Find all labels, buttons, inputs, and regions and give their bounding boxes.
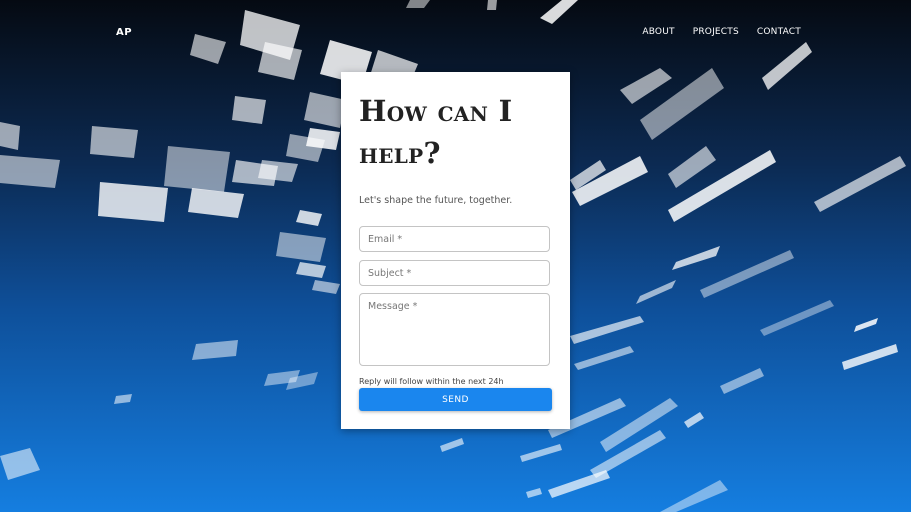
email-field[interactable]: Email * — [359, 226, 550, 252]
reply-note: Reply will follow within the next 24h — [359, 377, 504, 386]
form-title: How can I help? — [359, 94, 513, 170]
message-field[interactable]: Message * — [359, 293, 550, 366]
subject-field[interactable]: Subject * — [359, 260, 550, 286]
send-button[interactable]: SEND — [359, 388, 552, 411]
logo[interactable]: AP — [116, 27, 132, 38]
nav-about-link[interactable]: ABOUT — [642, 27, 674, 37]
form-subtitle: Let's shape the future, together. — [359, 195, 513, 206]
nav-links: ABOUT PROJECTS CONTACT — [642, 27, 801, 37]
top-nav: AP ABOUT PROJECTS CONTACT — [0, 0, 911, 64]
nav-projects-link[interactable]: PROJECTS — [693, 27, 739, 37]
nav-contact-link[interactable]: CONTACT — [757, 27, 801, 37]
contact-card: How can I help? Let's shape the future, … — [341, 72, 570, 429]
